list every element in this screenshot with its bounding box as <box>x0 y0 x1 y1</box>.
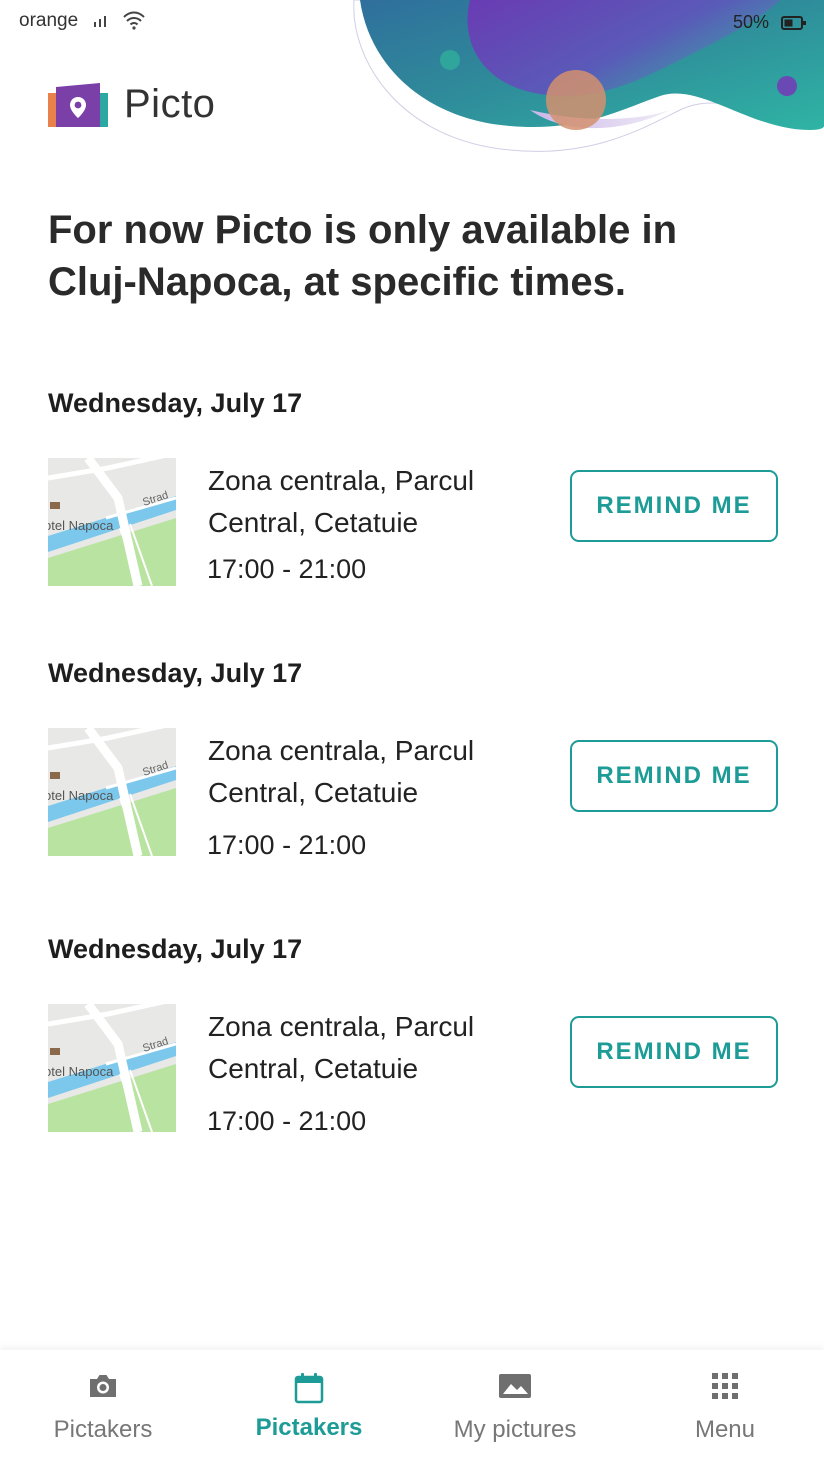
event-time: 17:00 - 21:00 <box>207 554 367 584</box>
nav-item-my-pictures[interactable]: My pictures <box>412 1350 618 1462</box>
event-item: Wednesday, July 17 otel Napoca Strad Zon… <box>48 934 778 1136</box>
status-bar: orange 50% <box>0 0 824 44</box>
page-headline: For now Picto is only available in Cluj-… <box>48 208 678 304</box>
nav-label: Menu <box>694 1416 756 1443</box>
remind-me-button[interactable]: REMIND ME <box>570 740 778 812</box>
image-icon <box>498 1372 532 1405</box>
nav-item-pictakers-schedule[interactable]: Pictakers <box>206 1350 412 1462</box>
remind-me-button[interactable]: REMIND ME <box>570 470 778 542</box>
event-item: Wednesday, July 17 otel Napoca Strad Zon… <box>48 658 778 860</box>
event-date: Wednesday, July 17 <box>48 388 303 418</box>
camera-icon <box>87 1372 119 1405</box>
event-time: 17:00 - 21:00 <box>207 830 367 860</box>
map-label: otel Napoca <box>48 1064 114 1079</box>
map-thumbnail[interactable]: otel Napoca Strad <box>48 458 176 586</box>
app-logo: Picto <box>48 82 215 127</box>
picto-logo-icon <box>48 82 108 127</box>
map-thumbnail[interactable]: otel Napoca Strad <box>48 1004 176 1132</box>
event-location: Zona centrala, Parcul Central, Cetatuie <box>208 735 475 808</box>
nav-label: Pictakers <box>255 1414 363 1441</box>
grid-icon <box>711 1372 739 1405</box>
remind-me-button[interactable]: REMIND ME <box>570 1016 778 1088</box>
event-location: Zona centrala, Parcul Central, Cetatuie <box>208 1011 475 1084</box>
event-date: Wednesday, July 17 <box>48 658 303 688</box>
wifi-icon <box>122 10 146 35</box>
nav-item-menu[interactable]: Menu <box>622 1350 824 1462</box>
battery-icon <box>781 15 807 36</box>
bottom-navigation: Pictakers Pictakers My pictures Menu <box>0 1350 824 1462</box>
carrier-name: orange <box>19 10 79 31</box>
event-time: 17:00 - 21:00 <box>207 1106 367 1136</box>
nav-label: Pictakers <box>53 1416 153 1443</box>
event-location: Zona centrala, Parcul Central, Cetatuie <box>208 465 475 538</box>
map-label: otel Napoca <box>48 788 114 803</box>
map-label: otel Napoca <box>48 518 114 533</box>
nav-label: My pictures <box>453 1416 577 1443</box>
battery-percentage: 50% <box>733 12 770 32</box>
event-date: Wednesday, July 17 <box>48 934 303 964</box>
nav-item-pictakers[interactable]: Pictakers <box>0 1350 206 1462</box>
event-item: Wednesday, July 17 otel Napoca Strad Zon… <box>48 388 778 588</box>
calendar-icon <box>294 1372 324 1409</box>
map-thumbnail[interactable]: otel Napoca Strad <box>48 728 176 856</box>
app-name: Picto <box>124 82 216 126</box>
signal-icon <box>93 14 109 33</box>
